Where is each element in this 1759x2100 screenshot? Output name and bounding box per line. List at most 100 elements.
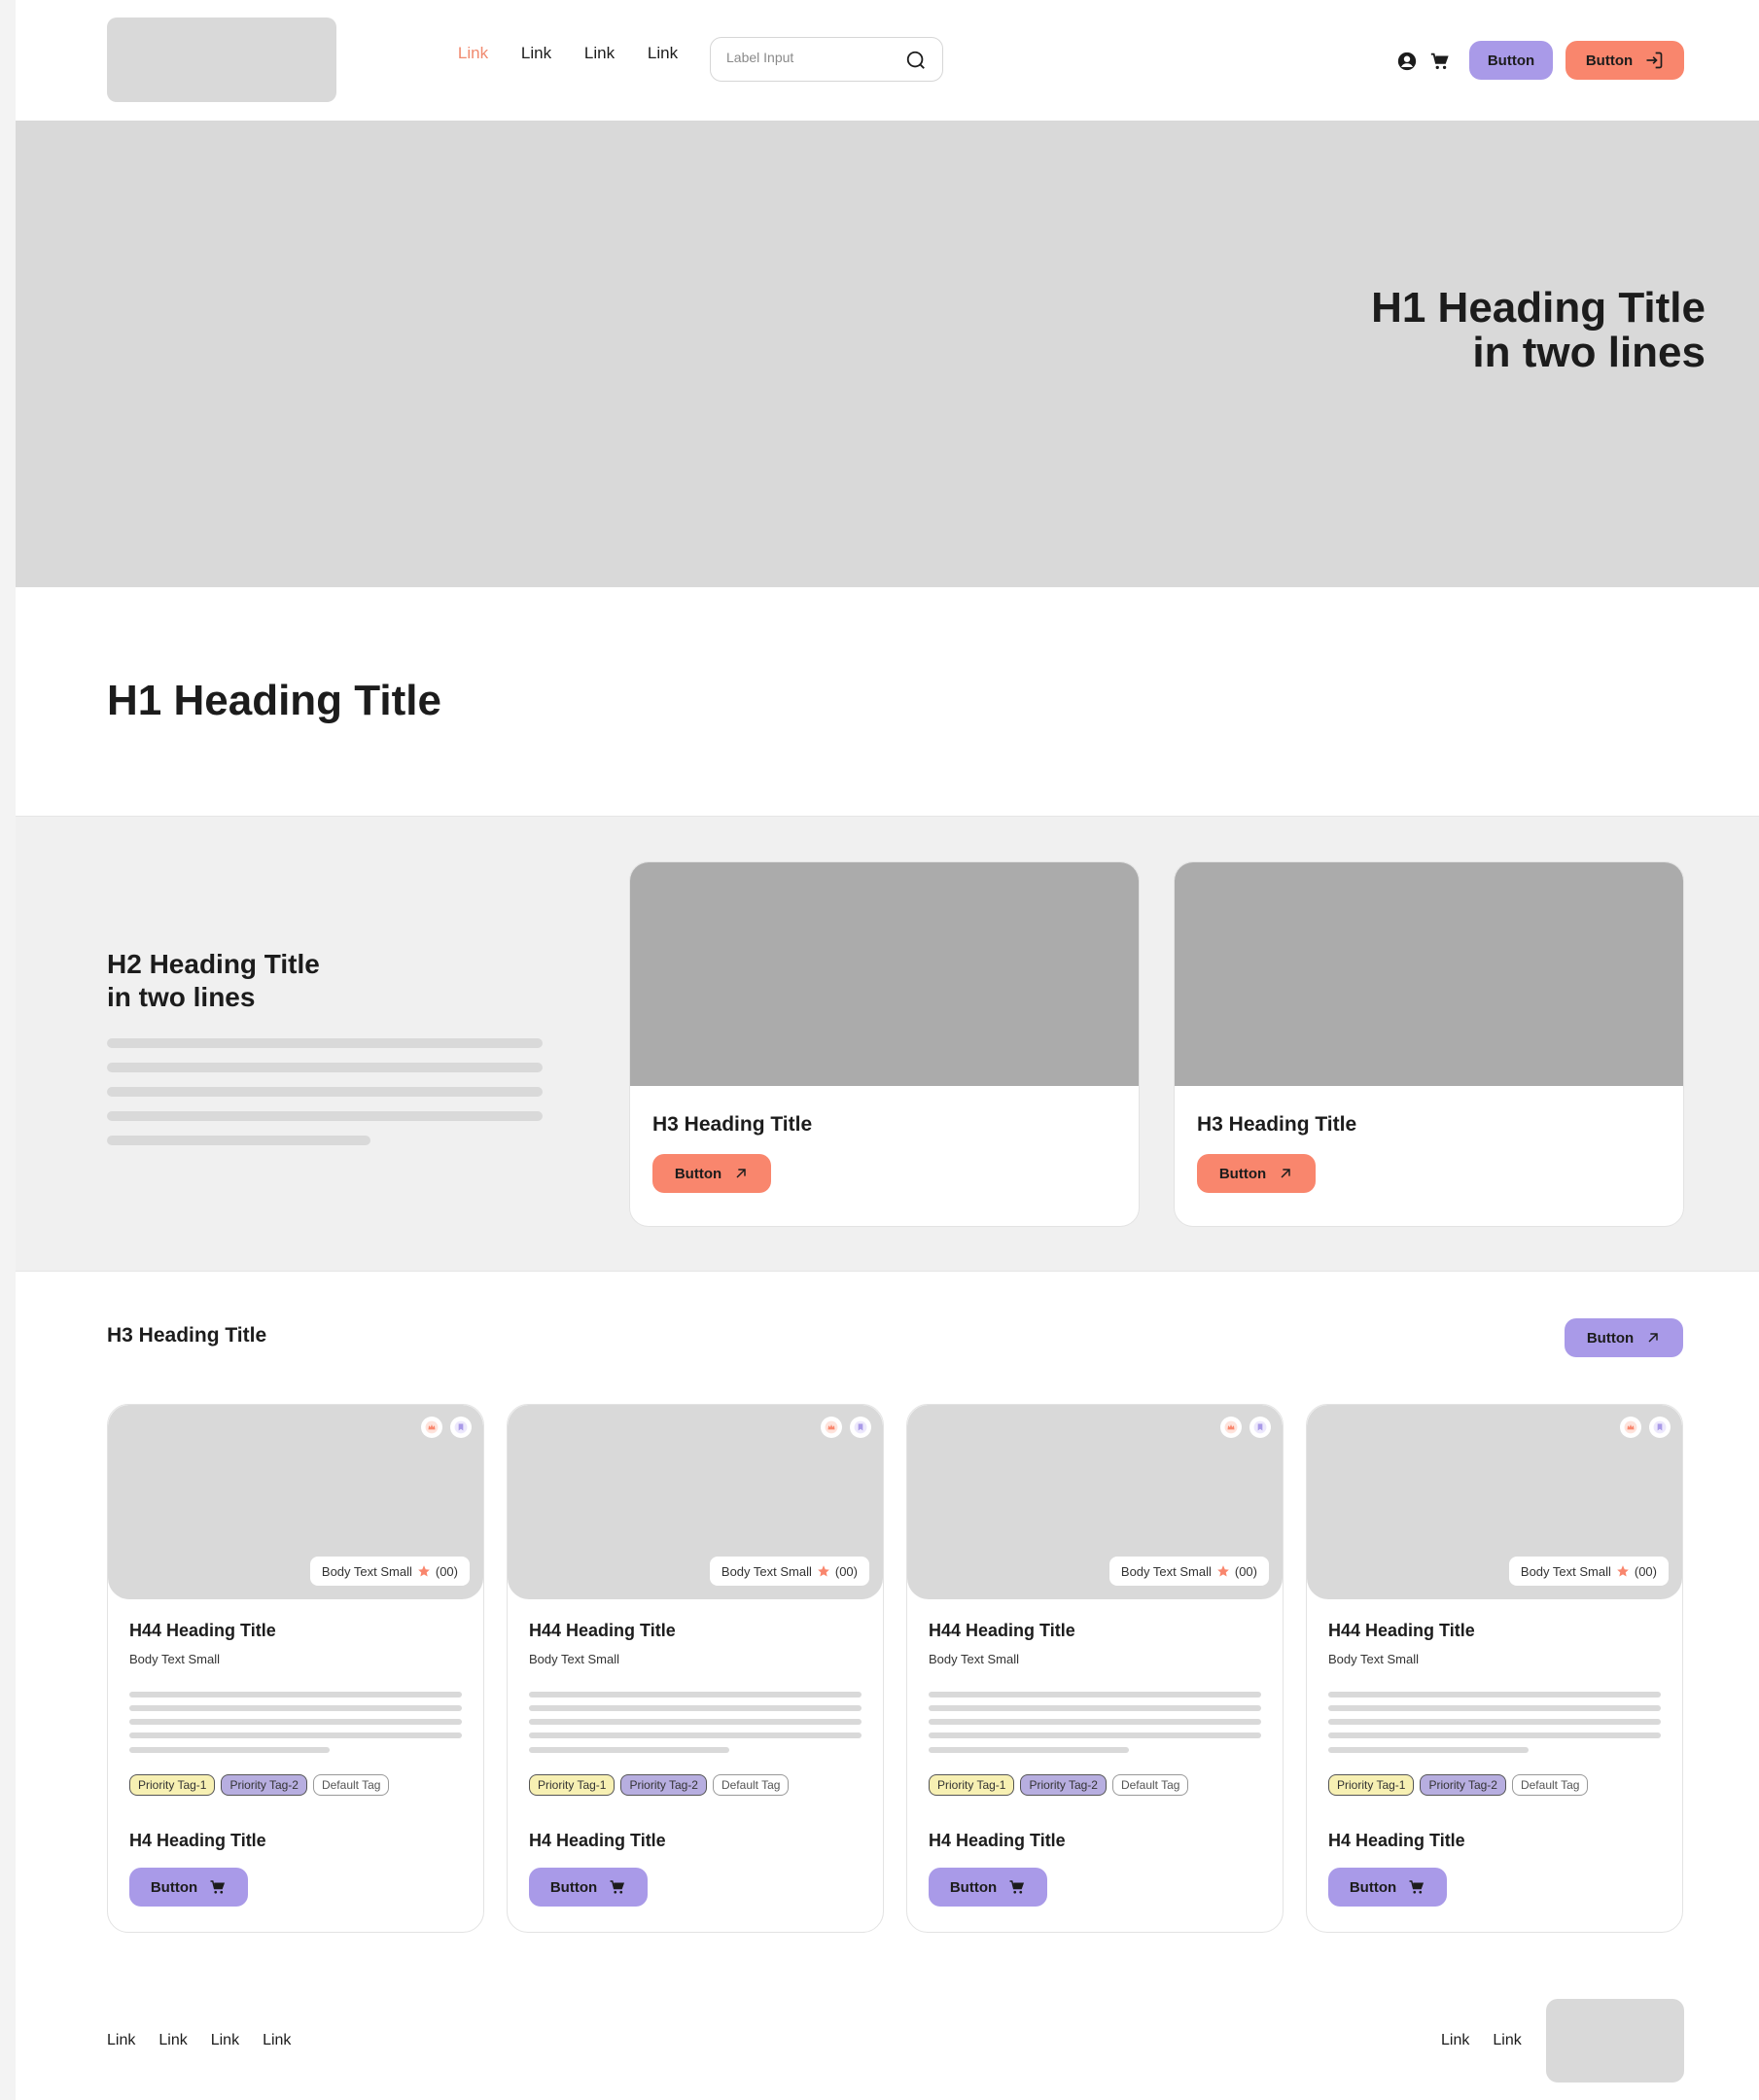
nav-link-4[interactable]: Link <box>631 44 694 63</box>
default-tag[interactable]: Default Tag <box>712 1774 790 1796</box>
nav-link-2[interactable]: Link <box>505 44 568 63</box>
priority-tag-2[interactable]: Priority Tag-2 <box>221 1774 307 1796</box>
priority-tag-1[interactable]: Priority Tag-1 <box>1328 1774 1415 1796</box>
hero-banner: H1 Heading Title in two lines <box>16 121 1759 587</box>
site-header: Link Link Link Link Button Button <box>16 0 1759 121</box>
product-card[interactable]: Body Text Small (00) H44 Heading Title Body… <box>507 1404 884 1933</box>
product-card-footer-title: H4 Heading Title <box>529 1831 666 1850</box>
text-skeleton-line <box>107 1087 543 1097</box>
footer-link[interactable]: Link <box>158 2032 187 2049</box>
feature-card[interactable]: H3 Heading Title Button <box>1174 861 1684 1227</box>
arrow-up-right-icon <box>1281 1169 1290 1178</box>
default-tag[interactable]: Default Tag <box>1111 1774 1189 1796</box>
crown-icon[interactable] <box>821 1417 842 1438</box>
text-skeleton-line <box>929 1747 1129 1753</box>
bookmark-icon[interactable] <box>450 1417 472 1438</box>
search-input[interactable] <box>726 50 901 65</box>
priority-tag-1[interactable]: Priority Tag-1 <box>529 1774 616 1796</box>
text-skeleton-line <box>107 1038 543 1048</box>
feature-card-button-label: Button <box>1218 1165 1267 1182</box>
add-to-cart-button[interactable]: Button <box>1328 1868 1447 1907</box>
rating-label: Body Text Small <box>321 1563 412 1579</box>
text-skeleton-line <box>129 1732 462 1738</box>
priority-tag-1[interactable]: Priority Tag-1 <box>129 1774 216 1796</box>
add-to-cart-button[interactable]: Button <box>129 1868 248 1907</box>
bookmark-icon[interactable] <box>1249 1417 1271 1438</box>
star-icon <box>818 1565 829 1577</box>
search-icon[interactable] <box>905 50 927 71</box>
left-edge-strip <box>0 0 16 2100</box>
crown-icon[interactable] <box>1620 1417 1641 1438</box>
products-view-all-button[interactable]: Button <box>1565 1318 1683 1357</box>
product-card[interactable]: Body Text Small (00) H44 Heading Title Body… <box>1306 1404 1683 1933</box>
feature-title-line2: in two lines <box>107 982 256 1012</box>
product-card[interactable]: Body Text Small (00) H44 Heading Title Body… <box>107 1404 484 1933</box>
rating-count: (00) <box>834 1563 858 1579</box>
tag-list: Priority Tag-1 Priority Tag-2 Default Tag <box>1328 1774 1589 1796</box>
hero-title-line1: H1 Heading Title <box>1371 284 1706 332</box>
cart-icon[interactable] <box>1429 51 1451 72</box>
rating-badge: Body Text Small (00) <box>1108 1557 1269 1586</box>
add-to-cart-button-label: Button <box>1349 1878 1397 1896</box>
footer-logo-placeholder[interactable] <box>1546 1999 1684 2082</box>
rating-badge: Body Text Small (00) <box>1508 1557 1669 1586</box>
product-card-subtitle: Body Text Small <box>929 1652 1019 1666</box>
feature-card-image <box>630 862 1139 1086</box>
hero-title: H1 Heading Title in two lines <box>1371 286 1706 375</box>
bookmark-icon[interactable] <box>850 1417 871 1438</box>
nav-link-3[interactable]: Link <box>568 44 631 63</box>
text-skeleton-line <box>529 1747 729 1753</box>
priority-tag-2[interactable]: Priority Tag-2 <box>1420 1774 1506 1796</box>
nav-link-1[interactable]: Link <box>441 44 505 63</box>
rating-count: (00) <box>435 1563 458 1579</box>
footer-link[interactable]: Link <box>211 2032 239 2049</box>
footer-link[interactable]: Link <box>107 2032 135 2049</box>
feature-title-line1: H2 Heading Title <box>107 949 320 979</box>
text-skeleton-line <box>529 1705 862 1711</box>
star-icon <box>1617 1565 1629 1577</box>
product-card-subtitle: Body Text Small <box>129 1652 220 1666</box>
feature-card-button[interactable]: Button <box>1197 1154 1316 1193</box>
default-tag[interactable]: Default Tag <box>1511 1774 1589 1796</box>
user-icon[interactable] <box>1396 51 1418 72</box>
feature-section: H2 Heading Title in two lines H3 Heading… <box>16 817 1759 1272</box>
header-login-button[interactable]: Button <box>1566 41 1684 80</box>
cart-icon <box>1009 1880 1025 1894</box>
rating-badge: Body Text Small (00) <box>309 1557 470 1586</box>
footer-link[interactable]: Link <box>1441 2032 1469 2049</box>
product-card[interactable]: Body Text Small (00) H44 Heading Title Body… <box>906 1404 1284 1933</box>
priority-tag-1[interactable]: Priority Tag-1 <box>929 1774 1015 1796</box>
logo-placeholder[interactable] <box>107 18 336 102</box>
products-button-label: Button <box>1586 1329 1635 1347</box>
default-tag[interactable]: Default Tag <box>312 1774 390 1796</box>
main-nav: Link Link Link Link <box>441 44 694 63</box>
cart-icon <box>610 1880 625 1894</box>
cart-icon <box>1409 1880 1425 1894</box>
crown-icon[interactable] <box>1220 1417 1242 1438</box>
feature-card[interactable]: H3 Heading Title Button <box>629 861 1140 1227</box>
product-card-footer-title: H4 Heading Title <box>929 1831 1066 1850</box>
feature-card-title: H3 Heading Title <box>1197 1113 1357 1136</box>
rating-label: Body Text Small <box>1120 1563 1212 1579</box>
tag-list: Priority Tag-1 Priority Tag-2 Default Tag <box>929 1774 1189 1796</box>
text-skeleton-line <box>929 1719 1261 1725</box>
text-skeleton-line <box>929 1705 1261 1711</box>
footer-link[interactable]: Link <box>1493 2032 1521 2049</box>
product-card-footer-title: H4 Heading Title <box>1328 1831 1465 1850</box>
feature-title: H2 Heading Title in two lines <box>107 948 320 1014</box>
header-primary-button[interactable]: Button <box>1469 41 1553 80</box>
text-skeleton-line <box>1328 1732 1661 1738</box>
footer-link[interactable]: Link <box>263 2032 291 2049</box>
crown-icon[interactable] <box>421 1417 442 1438</box>
rating-label: Body Text Small <box>721 1563 812 1579</box>
star-icon <box>418 1565 430 1577</box>
add-to-cart-button[interactable]: Button <box>529 1868 648 1907</box>
feature-card-button[interactable]: Button <box>652 1154 771 1193</box>
priority-tag-2[interactable]: Priority Tag-2 <box>1020 1774 1107 1796</box>
add-to-cart-button[interactable]: Button <box>929 1868 1047 1907</box>
text-skeleton-line <box>129 1705 462 1711</box>
bookmark-icon[interactable] <box>1649 1417 1671 1438</box>
product-card-subtitle: Body Text Small <box>529 1652 619 1666</box>
add-to-cart-button-label: Button <box>549 1878 598 1896</box>
priority-tag-2[interactable]: Priority Tag-2 <box>620 1774 707 1796</box>
